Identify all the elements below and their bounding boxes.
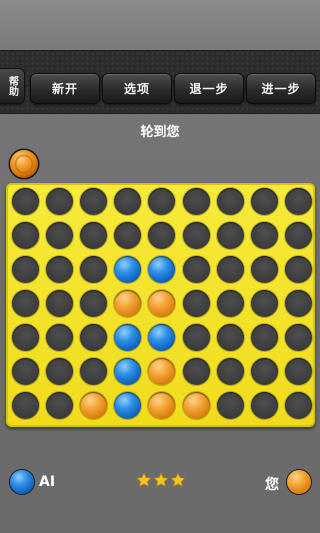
board-piece-orange[interactable] [80, 392, 108, 419]
new-game-button[interactable]: 新开 [30, 73, 100, 104]
star-icon [153, 472, 169, 487]
you-player-label: 您 [265, 477, 279, 493]
help-tab[interactable]: 帮助 [0, 68, 25, 104]
board-slot[interactable] [182, 188, 210, 215]
board-slot[interactable] [80, 358, 108, 385]
board-slot[interactable] [12, 256, 39, 283]
board-slot[interactable] [12, 290, 39, 317]
board-slot[interactable] [216, 188, 244, 215]
board-slot[interactable] [12, 392, 39, 419]
board-slot[interactable] [216, 324, 244, 351]
board-piece-blue[interactable] [114, 324, 142, 351]
board-slot[interactable] [148, 188, 176, 215]
board-slot[interactable] [284, 188, 312, 215]
board-slot[interactable] [216, 256, 244, 283]
star-icon [170, 472, 186, 487]
board-slot[interactable] [250, 188, 278, 215]
board-slot[interactable] [284, 256, 312, 283]
board-piece-orange[interactable] [148, 290, 176, 317]
board-slot[interactable] [250, 358, 278, 385]
difficulty-stars [136, 472, 186, 488]
board-slot[interactable] [46, 324, 74, 351]
star-icon [136, 472, 152, 487]
board-slot[interactable] [80, 290, 108, 317]
next-piece-orange-icon[interactable] [8, 148, 40, 180]
board-piece-blue[interactable] [114, 256, 142, 283]
board-slot[interactable] [80, 222, 108, 249]
board-slot[interactable] [114, 188, 142, 215]
board-piece-orange[interactable] [114, 290, 142, 317]
undo-button[interactable]: 退一步 [174, 73, 244, 104]
board-slot[interactable] [182, 290, 210, 317]
board-slot[interactable] [148, 222, 176, 249]
redo-button[interactable]: 进一步 [246, 73, 316, 104]
board-piece-orange[interactable] [182, 392, 210, 419]
board-slot[interactable] [284, 392, 312, 419]
board-piece-orange[interactable] [148, 358, 176, 385]
board-slot[interactable] [80, 188, 108, 215]
board-slot[interactable] [182, 222, 210, 249]
board-slot[interactable] [12, 358, 39, 385]
board-slot[interactable] [46, 188, 74, 215]
board-slot[interactable] [46, 256, 74, 283]
board-slot[interactable] [250, 256, 278, 283]
game-board [6, 183, 315, 427]
status-strip [0, 0, 320, 50]
board-piece-blue[interactable] [114, 392, 142, 419]
board-slot[interactable] [216, 358, 244, 385]
board-slot[interactable] [12, 188, 39, 215]
board-slot[interactable] [12, 222, 39, 249]
board-slot[interactable] [250, 222, 278, 249]
board-slot[interactable] [250, 324, 278, 351]
board-slot[interactable] [80, 256, 108, 283]
board-slot[interactable] [80, 324, 108, 351]
ai-player-label: AI [39, 474, 56, 490]
board-slot[interactable] [216, 222, 244, 249]
board-slot[interactable] [182, 358, 210, 385]
board-slot[interactable] [12, 324, 39, 351]
board-piece-blue[interactable] [114, 358, 142, 385]
board-slot[interactable] [182, 324, 210, 351]
board-slot[interactable] [46, 290, 74, 317]
board-slot[interactable] [46, 222, 74, 249]
game-screen: 帮助 新开 选项 退一步 进一步 轮到您 AI 您 [0, 0, 320, 533]
board-piece-blue[interactable] [148, 324, 176, 351]
board-slot[interactable] [114, 222, 142, 249]
ai-piece-icon [10, 470, 34, 494]
board-slot[interactable] [284, 324, 312, 351]
board-slot[interactable] [250, 290, 278, 317]
board-slot[interactable] [250, 392, 278, 419]
board-slot[interactable] [284, 358, 312, 385]
board-piece-orange[interactable] [148, 392, 176, 419]
board-slot[interactable] [284, 222, 312, 249]
board-slot[interactable] [46, 358, 74, 385]
board-slot[interactable] [46, 392, 74, 419]
board-piece-blue[interactable] [148, 256, 176, 283]
board-slot[interactable] [182, 256, 210, 283]
board-slot[interactable] [216, 290, 244, 317]
board-slot[interactable] [284, 290, 312, 317]
options-button[interactable]: 选项 [102, 73, 172, 104]
board-slot[interactable] [216, 392, 244, 419]
turn-indicator-text: 轮到您 [140, 125, 180, 140]
you-piece-icon [287, 470, 311, 494]
